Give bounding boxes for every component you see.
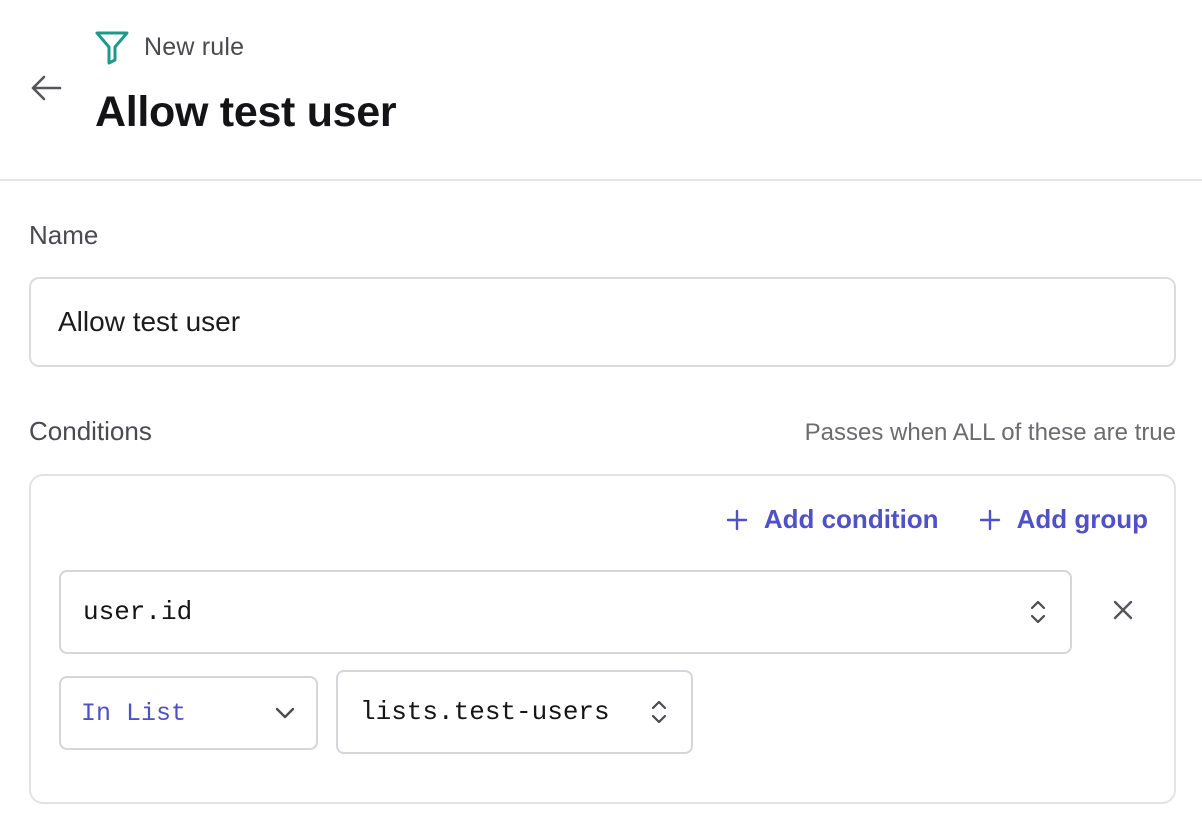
conditions-panel: Add condition Add group user.id In List … <box>29 474 1176 804</box>
add-group-button[interactable]: Add group <box>979 504 1148 535</box>
filter-icon <box>94 29 130 65</box>
rule-type-label: New rule <box>144 32 245 61</box>
back-button[interactable] <box>24 68 68 108</box>
add-group-label: Add group <box>1016 504 1148 534</box>
condition-field-select[interactable]: user.id <box>59 570 1072 654</box>
sort-icon <box>1028 598 1048 626</box>
plus-icon <box>726 509 748 531</box>
conditions-hint: Passes when ALL of these are true <box>804 419 1176 446</box>
page-title: Allow test user <box>95 88 397 136</box>
condition-operator-select[interactable]: In List <box>59 676 318 750</box>
plus-icon <box>979 509 1001 531</box>
condition-operator-value: In List <box>81 698 187 728</box>
close-icon <box>1113 600 1133 620</box>
chevron-down-icon <box>274 702 296 724</box>
remove-condition-button[interactable] <box>1105 592 1141 628</box>
name-input[interactable] <box>29 277 1176 367</box>
condition-value: lists.test-users <box>360 697 610 727</box>
name-label: Name <box>29 220 99 250</box>
condition-field-value: user.id <box>83 597 193 627</box>
sort-icon <box>649 698 669 726</box>
arrow-left-icon <box>31 75 62 101</box>
subtitle-row: New rule <box>94 28 244 66</box>
conditions-label: Conditions <box>29 416 152 446</box>
rule-editor-page: New rule Allow test user Name Conditions… <box>0 0 1202 822</box>
add-condition-label: Add condition <box>763 504 939 534</box>
page-header: New rule Allow test user <box>0 0 1202 181</box>
add-condition-button[interactable]: Add condition <box>726 504 939 535</box>
condition-value-select[interactable]: lists.test-users <box>336 670 693 754</box>
conditions-actions: Add condition Add group <box>726 504 1148 535</box>
